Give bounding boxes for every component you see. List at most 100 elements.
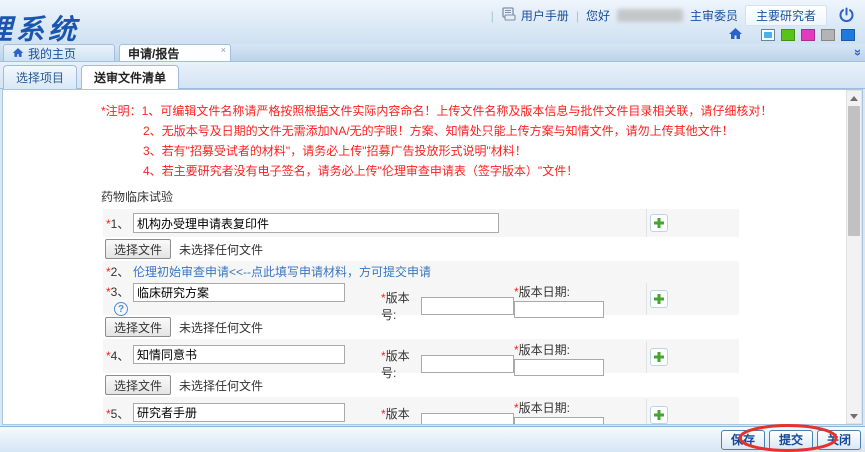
field-4-name-cell [133,341,381,364]
add-row-button[interactable] [650,406,668,424]
greeting-label: 您好 [586,7,610,24]
main-tab-bar: 我的主页 申请/报告 × « [0,44,865,62]
plus-icon [653,351,665,363]
table-row-field-5: *5、 *版本号: *版本日期: [103,397,739,425]
tab-my-homepage-label: 我的主页 [28,45,76,62]
scroll-down-arrow[interactable] [847,410,861,422]
table-row-field-1: *1、 [103,209,739,237]
divider: | [491,9,494,23]
theme-swatch-magenta[interactable] [801,29,815,41]
field-3-date-input[interactable] [514,301,604,318]
no-file-label: 未选择任何文件 [179,319,263,336]
footer-bar: 保存 提交 关闭 [0,426,865,452]
submit-button[interactable]: 提交 [769,430,813,450]
collapse-chevron-icon[interactable]: « [850,49,863,56]
field-1-plus-cell [646,209,739,237]
field-5-date-input[interactable] [514,417,604,425]
field-2-number: *2、 [103,263,133,280]
field-5-name-cell [133,399,381,422]
field-5-plus-cell [646,399,739,425]
home-tab-icon [12,47,24,60]
field-3-version-input[interactable] [421,297,514,315]
field-4-number: *4、 [103,341,133,364]
theme-swatch-blue-selected[interactable] [761,29,775,41]
header-quick-bar [728,27,855,42]
scrollbar-thumb[interactable] [848,106,860,236]
field-3-date-cell: *版本日期: [514,283,624,318]
close-button[interactable]: 关闭 [817,430,861,450]
header-user-bar: | 用户手册 | 您好 主审委员 主要研究者 [491,5,855,26]
version-date-label: *版本日期: [514,341,624,358]
field-4-name-input[interactable] [133,345,345,364]
theme-swatches [761,29,855,41]
field-3-name-input[interactable] [133,283,345,302]
version-label: *版本号: [381,347,418,381]
user-manual-link[interactable]: 用户手册 [501,7,569,24]
no-file-label: 未选择任何文件 [179,241,263,258]
file-upload-row-1: 选择文件 未选择任何文件 [103,237,739,261]
choose-file-button[interactable]: 选择文件 [105,375,171,395]
divider: | [576,9,579,23]
save-button[interactable]: 保存 [721,430,765,450]
app-logo: 理系统 [0,8,130,44]
version-date-label: *版本日期: [514,283,624,300]
ethics-initial-application-link[interactable]: 伦理初始审查申请<<--点此填写申请材料，方可提交申请 [133,263,431,280]
logout-power-icon[interactable] [838,7,855,24]
theme-swatch-green[interactable] [781,29,795,41]
version-date-label: *版本日期: [514,399,624,416]
role-researcher[interactable]: 主要研究者 [745,5,827,26]
table-row-field-3: *3、 ? *版本号: *版本日期: [103,281,739,315]
vertical-scrollbar[interactable] [846,90,862,424]
tab-my-homepage[interactable]: 我的主页 [3,44,115,61]
add-row-button[interactable] [650,214,668,232]
add-row-button[interactable] [650,290,668,308]
table-row-field-4: *4、 *版本号: *版本日期: [103,339,739,373]
field-3-plus-cell [646,283,739,315]
field-1-name-input[interactable] [133,213,499,233]
tab-application-report[interactable]: 申请/报告 × [119,44,231,61]
tab-select-project[interactable]: 选择项目 [3,65,77,89]
theme-swatch-darkblue[interactable] [841,29,855,41]
field-5-version-input[interactable] [421,413,514,425]
sub-tab-bar: 选择项目 送审文件清单 [0,62,865,89]
field-1-number: *1、 [103,215,133,232]
notice-line-4: 4、若主要研究者没有电子签名，请务必上传"伦理审查申请表（签字版本）"文件！ [101,161,862,181]
table-row-field-2: *2、 伦理初始审查申请<<--点此填写申请材料，方可提交申请 [103,261,739,281]
notice-block: *注明：1、可编辑文件名称请严格按照根据文件实际内容命名！上传文件名称及版本信息… [101,101,862,181]
field-5-number: *5、 [103,399,133,422]
field-4-date-input[interactable] [514,359,604,376]
field-3-version-cell: *版本号: [381,283,514,323]
plus-icon [653,217,665,229]
tab-file-list-label: 送审文件清单 [94,69,166,86]
tab-file-list[interactable]: 送审文件清单 [81,65,179,89]
scroll-up-arrow[interactable] [847,92,861,104]
field-4-date-cell: *版本日期: [514,341,624,376]
notice-line-1: *注明：1、可编辑文件名称请严格按照根据文件实际内容命名！上传文件名称及版本信息… [101,101,862,121]
role-reviewer[interactable]: 主审委员 [690,7,738,24]
tab-close-icon[interactable]: × [221,45,226,55]
choose-file-button[interactable]: 选择文件 [105,239,171,259]
help-icon[interactable]: ? [114,302,128,316]
theme-swatch-gray[interactable] [821,29,835,41]
app-logo-text: 理系统 [0,8,130,44]
file-table: *1、 选择文件 未选择任何文件 *2、 伦理初始审查申请<<--点此填写申请材… [103,209,739,425]
form-panel: *注明：1、可编辑文件名称请严格按照根据文件实际内容命名！上传文件名称及版本信息… [2,89,863,425]
no-file-label: 未选择任何文件 [179,377,263,394]
field-5-name-input[interactable] [133,403,345,422]
field-3-number: *3、 ? [103,283,133,316]
field-4-plus-cell [646,341,739,373]
add-row-button[interactable] [650,348,668,366]
home-icon[interactable] [728,27,743,42]
version-label: *版本号: [381,289,418,323]
user-manual-label: 用户手册 [521,7,569,24]
notice-line-2: 2、无版本号及日期的文件无需添加NA/无的字眼！方案、知情处只能上传方案与知情文… [101,121,862,141]
field-4-version-input[interactable] [421,355,514,373]
plus-icon [653,293,665,305]
field-4-version-cell: *版本号: [381,341,514,381]
tab-select-project-label: 选择项目 [16,69,64,86]
choose-file-button[interactable]: 选择文件 [105,317,171,337]
manual-icon [501,7,517,24]
notice-line-3: 3、若有"招募受试者的材料"，请务必上传"招募广告投放形式说明"材料！ [101,141,862,161]
field-5-date-cell: *版本日期: [514,399,624,425]
plus-icon [653,409,665,421]
